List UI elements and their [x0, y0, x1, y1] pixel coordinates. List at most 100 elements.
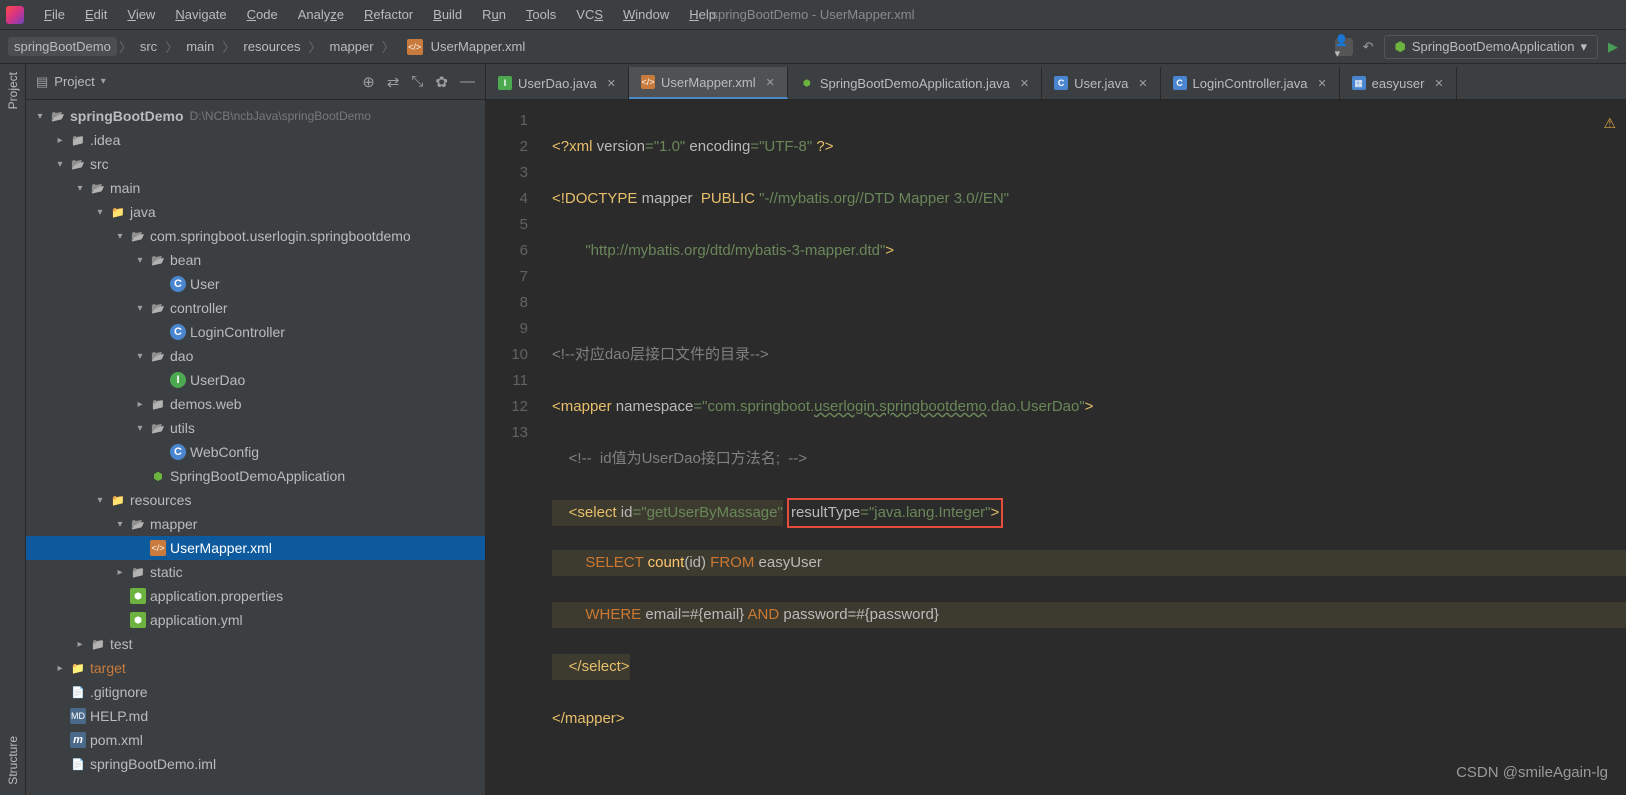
app-icon [6, 6, 24, 24]
tree-node-dao[interactable]: ▾dao [26, 344, 485, 368]
tab-userdao[interactable]: IUserDao.java✕ [486, 67, 629, 99]
tree-node-static[interactable]: ▸static [26, 560, 485, 584]
package-icon [150, 348, 166, 364]
breadcrumb-mapper[interactable]: mapper [324, 37, 380, 56]
menu-refactor[interactable]: Refactor [354, 7, 423, 22]
tree-node-utils[interactable]: ▾utils [26, 416, 485, 440]
menu-run[interactable]: Run [472, 7, 516, 22]
code-editor[interactable]: ⚠ 12345678910111213 <?xml version="1.0" … [486, 100, 1626, 795]
user-icon[interactable]: 👤▾ [1335, 38, 1353, 56]
hide-icon[interactable]: — [460, 73, 475, 91]
side-tab-project[interactable]: Project [6, 72, 20, 109]
tree-node-logincontroller[interactable]: ▸CLoginController [26, 320, 485, 344]
navigation-bar: springBootDemo 〉 src 〉 main 〉 resources … [0, 30, 1626, 64]
menu-vcs[interactable]: VCS [566, 7, 613, 22]
tree-node-controller[interactable]: ▾controller [26, 296, 485, 320]
spring-icon: ⬢ [800, 76, 814, 90]
xml-file-icon: </> [407, 39, 423, 55]
close-icon[interactable]: ✕ [607, 77, 616, 90]
breadcrumb-src[interactable]: src [134, 37, 163, 56]
run-config-label: SpringBootDemoApplication [1412, 39, 1575, 54]
resources-folder-icon: 📁 [110, 492, 126, 508]
project-panel: ▤ Project ▾ ⊕ ⇄ ⤡ ✿ — ▾springBootDemoD:\… [26, 64, 486, 795]
project-tree[interactable]: ▾springBootDemoD:\NCB\ncbJava\springBoot… [26, 100, 485, 795]
menu-tools[interactable]: Tools [516, 7, 566, 22]
class-icon: C [170, 276, 186, 292]
chevron-right-icon: 〉 [222, 37, 235, 56]
breadcrumb-root[interactable]: springBootDemo [8, 37, 117, 56]
interface-icon: I [498, 76, 512, 90]
tree-node-package[interactable]: ▾com.springboot.userlogin.springbootdemo [26, 224, 485, 248]
run-configuration-dropdown[interactable]: ⬢ SpringBootDemoApplication ▾ [1384, 35, 1599, 59]
tree-node-bean[interactable]: ▾bean [26, 248, 485, 272]
back-arrow-icon[interactable]: ↶ [1363, 39, 1374, 55]
breadcrumb-main[interactable]: main [180, 37, 220, 56]
breadcrumb-file[interactable]: </>UserMapper.xml [397, 37, 532, 57]
class-icon: C [170, 444, 186, 460]
watermark: CSDN @smileAgain-lg [1456, 764, 1608, 781]
side-tab-structure[interactable]: Structure [6, 736, 20, 785]
tree-node-user[interactable]: ▸CUser [26, 272, 485, 296]
chevron-down-icon: ▾ [1580, 39, 1587, 55]
project-panel-title[interactable]: ▤ Project ▾ [36, 74, 106, 90]
close-icon[interactable]: ✕ [1138, 77, 1147, 90]
tab-user[interactable]: CUser.java✕ [1042, 67, 1160, 99]
menu-code[interactable]: Code [237, 7, 288, 22]
folder-icon [130, 516, 146, 532]
tree-node-test[interactable]: ▸test [26, 632, 485, 656]
tree-node-iml[interactable]: ▸📄springBootDemo.iml [26, 752, 485, 776]
class-icon: C [1054, 76, 1068, 90]
tree-node-appprops[interactable]: ▸⬢application.properties [26, 584, 485, 608]
collapse-all-icon[interactable]: ⤡ [411, 73, 423, 91]
tree-node-java[interactable]: ▾📁java [26, 200, 485, 224]
tree-node-mapper[interactable]: ▾mapper [26, 512, 485, 536]
tree-node-root[interactable]: ▾springBootDemoD:\NCB\ncbJava\springBoot… [26, 104, 485, 128]
editor-area: IUserDao.java✕ </>UserMapper.xml✕ ⬢Sprin… [486, 64, 1626, 795]
close-icon[interactable]: ✕ [1434, 77, 1443, 90]
run-button[interactable]: ▶ [1608, 39, 1618, 55]
tab-springbootapp[interactable]: ⬢SpringBootDemoApplication.java✕ [788, 67, 1042, 99]
menu-window[interactable]: Window [613, 7, 679, 22]
tree-node-main[interactable]: ▾main [26, 176, 485, 200]
tree-node-demos[interactable]: ▸demos.web [26, 392, 485, 416]
menu-view[interactable]: View [117, 7, 165, 22]
folder-icon [90, 180, 106, 196]
xml-file-icon: </> [150, 540, 166, 556]
tree-node-userdao[interactable]: ▸IUserDao [26, 368, 485, 392]
package-icon [130, 228, 146, 244]
tree-node-resources[interactable]: ▾📁resources [26, 488, 485, 512]
tab-easyuser[interactable]: ▦easyuser✕ [1340, 67, 1457, 99]
tree-node-app[interactable]: ▸⬢SpringBootDemoApplication [26, 464, 485, 488]
tree-node-appyml[interactable]: ▸⬢application.yml [26, 608, 485, 632]
menu-navigate[interactable]: Navigate [165, 7, 236, 22]
editor-tabs: IUserDao.java✕ </>UserMapper.xml✕ ⬢Sprin… [486, 64, 1626, 100]
tree-node-pom[interactable]: ▸mpom.xml [26, 728, 485, 752]
chevron-right-icon: 〉 [308, 37, 321, 56]
close-icon[interactable]: ✕ [1317, 77, 1326, 90]
code-body[interactable]: <?xml version="1.0" encoding="UTF-8" ?> … [542, 100, 1626, 795]
tree-node-usermapper[interactable]: ▸</>UserMapper.xml [26, 536, 485, 560]
chevron-right-icon: 〉 [165, 37, 178, 56]
settings-icon[interactable]: ✿ [435, 73, 448, 91]
breadcrumb-resources[interactable]: resources [237, 37, 306, 56]
close-icon[interactable]: ✕ [766, 76, 775, 89]
select-opened-icon[interactable]: ⊕ [362, 73, 375, 91]
tree-node-help[interactable]: ▸MDHELP.md [26, 704, 485, 728]
tree-node-webconfig[interactable]: ▸CWebConfig [26, 440, 485, 464]
tab-usermapper[interactable]: </>UserMapper.xml✕ [629, 67, 788, 99]
source-folder-icon: 📁 [110, 204, 126, 220]
tree-node-gitignore[interactable]: ▸📄.gitignore [26, 680, 485, 704]
tree-node-target[interactable]: ▸target [26, 656, 485, 680]
menu-bar: File Edit View Navigate Code Analyze Ref… [0, 0, 1626, 30]
menu-edit[interactable]: Edit [75, 7, 117, 22]
menu-file[interactable]: File [34, 7, 75, 22]
close-icon[interactable]: ✕ [1020, 77, 1029, 90]
tree-node-idea[interactable]: ▸.idea [26, 128, 485, 152]
menu-build[interactable]: Build [423, 7, 472, 22]
class-icon: C [1173, 76, 1187, 90]
tree-node-src[interactable]: ▾src [26, 152, 485, 176]
tab-logincontroller[interactable]: CLoginController.java✕ [1161, 67, 1340, 99]
expand-all-icon[interactable]: ⇄ [387, 73, 400, 91]
menu-analyze[interactable]: Analyze [288, 7, 354, 22]
maven-file-icon: m [70, 732, 86, 748]
